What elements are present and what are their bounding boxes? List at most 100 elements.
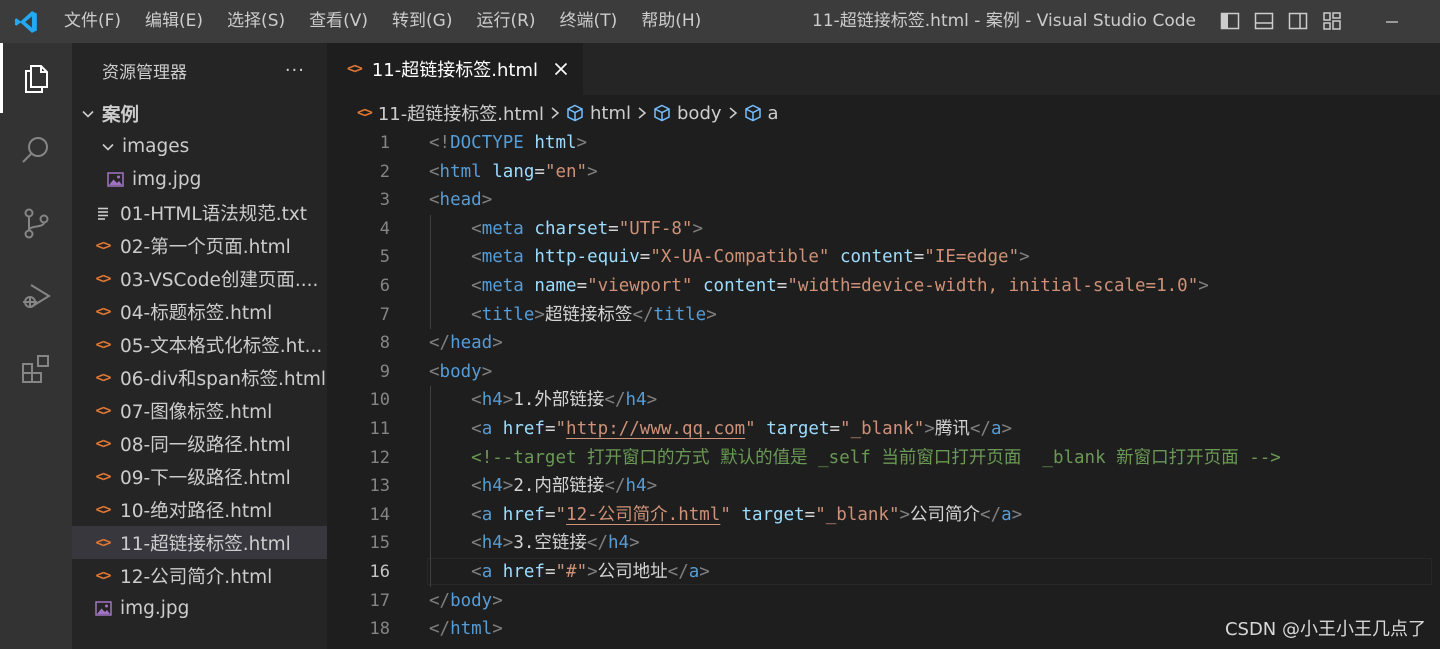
code-token: > <box>1011 504 1023 525</box>
code-line[interactable]: 17 </body> <box>327 587 1440 616</box>
code-line[interactable]: 1 <!DOCTYPE html> <box>327 129 1440 158</box>
code-token: > <box>1001 419 1013 439</box>
code-line[interactable]: 5 <meta http-equiv="X-UA-Compatible" con… <box>327 243 1440 272</box>
menu-item[interactable]: 终端(T) <box>548 0 630 43</box>
tree-item[interactable]: img.jpg <box>72 163 361 196</box>
toggle-primary-sidebar-icon[interactable] <box>1218 9 1242 33</box>
code-token: < <box>471 218 482 239</box>
tree-item[interactable]: <> 10-绝对路径.html <box>72 493 349 526</box>
tree-item-label: 03-VSCode创建页面.... <box>120 269 319 291</box>
extensions-icon[interactable] <box>0 334 72 404</box>
breadcrumb-item[interactable]: a <box>744 103 779 124</box>
menu-item[interactable]: 编辑(E) <box>133 0 215 43</box>
menu-item[interactable]: 帮助(H) <box>629 0 713 43</box>
folder-images[interactable]: images <box>72 130 355 163</box>
source-control-icon[interactable] <box>0 188 72 258</box>
code-token: > <box>924 419 935 439</box>
code-line[interactable]: 2 <html lang="en"> <box>327 158 1440 187</box>
menu-item[interactable]: 文件(F) <box>52 0 133 43</box>
code-token: href <box>502 419 545 439</box>
code-line[interactable]: 12 <!--target 打开窗口的方式 默认的值是 _self 当前窗口打开… <box>327 443 1440 473</box>
search-icon[interactable] <box>0 115 72 185</box>
code-line[interactable]: 16 <a href="#">公司地址</a> <box>327 558 1440 587</box>
tree-item-selected[interactable]: <> 11-超链接标签.html <box>72 526 349 559</box>
code-token: > <box>706 304 717 325</box>
code-line[interactable]: 10 <h4>1.外部链接</h4> <box>327 386 1440 415</box>
run-debug-icon[interactable] <box>0 261 72 331</box>
tree-item[interactable]: <> 06-div和span标签.html <box>72 361 349 394</box>
code-token: a <box>481 419 493 439</box>
tree-item[interactable]: <> 03-VSCode创建页面.... <box>72 262 349 295</box>
code-token: </ <box>429 619 451 640</box>
editor: <> 11-超链接标签.html <> 11-超链接标签.html html body… <box>327 43 1440 649</box>
chevron-down-icon <box>100 139 116 155</box>
close-icon[interactable] <box>552 60 570 78</box>
tab-label: 11-超链接标签.html <box>371 60 538 81</box>
code-token: < <box>471 504 482 525</box>
folder-root-label: 案例 <box>102 104 140 126</box>
tree-item[interactable]: <> 07-图像标签.html <box>72 394 349 427</box>
toggle-secondary-sidebar-icon[interactable] <box>1286 9 1310 33</box>
code-token: < <box>471 476 482 497</box>
code-line[interactable]: 3 <head> <box>327 186 1440 215</box>
code-token: html <box>439 161 482 182</box>
explorer-icon[interactable] <box>0 43 72 113</box>
chevron-right-icon <box>728 106 738 120</box>
tree-item-label: img.jpg <box>132 169 202 190</box>
customize-layout-icon[interactable] <box>1320 9 1344 33</box>
tree-item[interactable]: <> 05-文本格式化标签.ht... <box>72 328 349 361</box>
line-code: <h4>1.外部链接</h4> <box>429 386 657 415</box>
code-line[interactable]: 14 <a href="12-公司简介.html" target="_blank… <box>327 500 1440 530</box>
code-line[interactable]: 15 <h4>3.空链接</h4> <box>327 529 1440 558</box>
tree-item[interactable]: <> 04-标题标签.html <box>72 295 349 328</box>
chevron-right-icon <box>637 106 647 120</box>
code-token: < <box>471 562 482 582</box>
tree-item[interactable]: 01-HTML语法规范.txt <box>72 196 349 229</box>
code-line[interactable]: 11 <a href="http://www.qq.com" target="_… <box>327 415 1440 444</box>
breadcrumb-item[interactable]: <> 11-超链接标签.html <box>357 100 544 126</box>
folder-root[interactable]: 案例 <box>72 97 335 130</box>
tree-item[interactable]: img.jpg <box>72 592 349 625</box>
vscode-logo-icon[interactable] <box>0 0 52 43</box>
breadcrumb-item[interactable]: body <box>653 103 722 124</box>
code-line[interactable]: 4 <meta charset="UTF-8"> <box>327 214 1440 244</box>
code-token: h4 <box>607 533 630 554</box>
layout-controls <box>1218 9 1344 33</box>
line-number: 17 <box>369 590 390 611</box>
tree-item-label: 09-下一级路径.html <box>120 467 291 489</box>
tree-item[interactable]: <> 08-同一级路径.html <box>72 427 349 460</box>
chevron-right-icon <box>550 106 560 120</box>
toggle-panel-icon[interactable] <box>1252 9 1276 33</box>
html-file-icon: <> <box>95 567 112 584</box>
menu-item[interactable]: 选择(S) <box>215 0 297 43</box>
menu-item[interactable]: 转到(G) <box>380 0 464 43</box>
line-number: 15 <box>369 533 390 554</box>
explorer-sidebar: 资源管理器 ··· 案例 images img.jpg 01-HTML语法规范.t… <box>72 43 349 649</box>
tree-item[interactable]: <> 12-公司简介.html <box>72 559 349 592</box>
code-line[interactable]: 13 <h4>2.内部链接</h4> <box>327 472 1440 501</box>
menu-item[interactable]: 运行(R) <box>464 0 547 43</box>
line-code: <h4>3.空链接</h4> <box>429 529 639 558</box>
code-line[interactable]: 6 <meta name="viewport" content="width=d… <box>327 272 1440 301</box>
code-token: > <box>587 161 598 182</box>
line-code: <title>超链接标签</title> <box>429 301 717 330</box>
tree-item-label: 10-绝对路径.html <box>120 500 273 522</box>
tab-active-file[interactable]: <> 11-超链接标签.html <box>327 43 583 95</box>
code-line[interactable]: 7 <title>超链接标签</title> <box>327 300 1440 330</box>
tree-item[interactable]: <> 02-第一个页面.html <box>72 229 349 262</box>
html-file-icon: <> <box>95 435 112 452</box>
minimize-icon[interactable] <box>1372 0 1412 43</box>
menu-item[interactable]: 查看(V) <box>297 0 380 43</box>
line-code: <body> <box>429 358 492 387</box>
code-line[interactable]: 9 <body> <box>327 358 1440 387</box>
code-token: < <box>471 247 482 268</box>
tree-item[interactable]: <> 09-下一级路径.html <box>72 460 349 493</box>
active-indicator <box>0 43 3 113</box>
code-token: a <box>990 419 1002 439</box>
breadcrumb-item[interactable]: html <box>566 103 631 124</box>
more-actions-icon[interactable]: ··· <box>285 60 305 81</box>
code-line[interactable]: 8 </head> <box>327 329 1440 358</box>
